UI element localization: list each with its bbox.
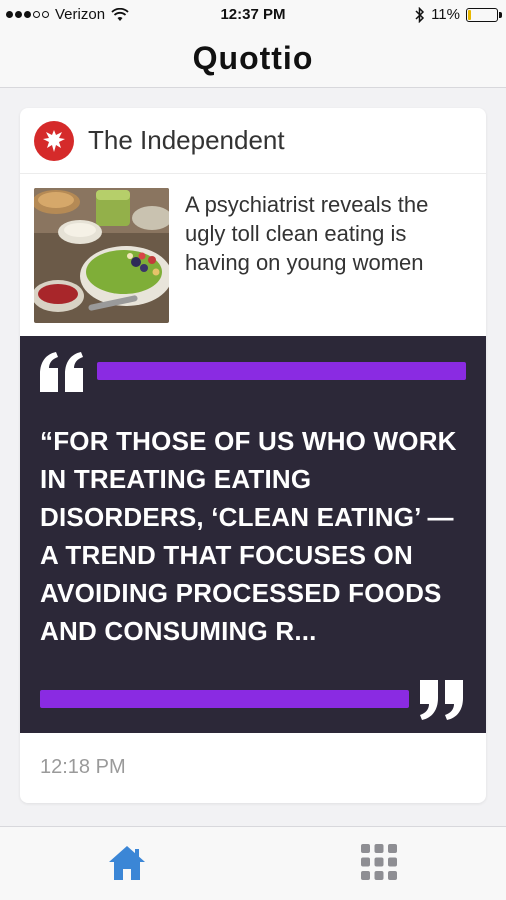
card-source-header[interactable]: The Independent	[20, 108, 486, 174]
quote-block[interactable]: “FOR THOSE OF US WHO WORK IN TREATING EA…	[20, 336, 486, 733]
quote-accent-bar-bottom	[40, 690, 409, 708]
article-timestamp: 12:18 PM	[40, 756, 126, 778]
battery-icon	[466, 7, 502, 22]
article-headline[interactable]: A psychiatrist reveals the ugly toll cle…	[185, 188, 472, 336]
status-right: 11%	[415, 6, 502, 23]
home-icon[interactable]	[107, 843, 147, 883]
open-quote-icon	[40, 352, 83, 392]
source-logo-eagle-icon	[34, 120, 74, 161]
app-title: Quottio	[192, 40, 314, 76]
article-card[interactable]: The Independent A psychiatrist reveals t…	[20, 108, 486, 803]
article-thumbnail[interactable]	[34, 188, 169, 323]
battery-level-fill	[468, 9, 471, 20]
close-quote-icon	[420, 680, 463, 720]
bluetooth-icon	[415, 6, 425, 23]
quote-accent-bar-top	[97, 362, 466, 380]
grid-icon[interactable]	[360, 843, 398, 881]
navigation-bar: Quottio	[0, 30, 506, 88]
article-summary[interactable]: A psychiatrist reveals the ugly toll cle…	[20, 174, 486, 336]
status-bar: Verizon 12:37 PM 11%	[0, 0, 506, 30]
source-name: The Independent	[88, 125, 285, 155]
battery-percent: 11%	[431, 6, 460, 23]
tab-bar	[0, 826, 506, 900]
quote-text: “FOR THOSE OF US WHO WORK IN TREATING EA…	[40, 426, 457, 646]
